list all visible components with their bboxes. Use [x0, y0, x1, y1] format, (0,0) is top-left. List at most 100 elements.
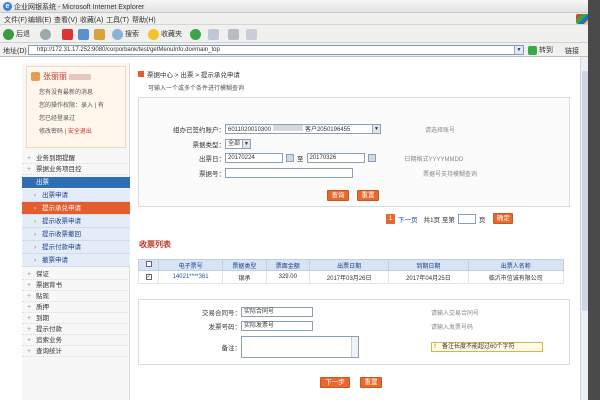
invoice-tip: 请输入发票号码 — [431, 324, 474, 331]
user-line-actions[interactable]: 修改密码 | 安全退出 — [39, 126, 92, 135]
back-arrow-icon — [3, 28, 14, 40]
page-content: 张丽丽 您有没有最新的消息 您的操作权限：录入 | 有 您已经登录过 修改密码 … — [0, 57, 600, 400]
forward-button[interactable] — [40, 28, 53, 40]
go-arrow-icon — [528, 45, 537, 55]
date-from-input[interactable]: 20170224 — [225, 153, 283, 163]
page-number-button[interactable]: 1 — [386, 213, 395, 224]
breadcrumb-icon — [138, 71, 144, 77]
account-tip: 请选择账号 — [425, 127, 456, 134]
cell-bill-no[interactable]: 14021****361 — [157, 270, 224, 284]
query-button[interactable]: 查询 — [327, 190, 349, 201]
nav-sub-receive-revoke[interactable]: 提示收票撤回 — [22, 228, 130, 241]
nav-item-due-reminder[interactable]: 业务到期提醒 — [22, 153, 130, 164]
header-amount: 票面金额 — [265, 259, 311, 271]
page-scrollbar[interactable] — [580, 57, 588, 400]
refresh-icon — [78, 28, 89, 40]
date-tip: 日期格式YYYYMMDD — [404, 156, 464, 163]
date-label: 出票日： — [199, 156, 225, 163]
remark-label: 备注： — [221, 345, 242, 352]
home-button[interactable] — [94, 28, 107, 40]
back-button[interactable]: 后退 — [3, 28, 30, 40]
nav-item-endorse[interactable]: 票据背书 — [22, 280, 130, 291]
calendar-icon[interactable] — [286, 154, 294, 162]
contract-input[interactable]: 实际合同号 — [241, 307, 313, 317]
nav-item-stats[interactable]: 查询统计 — [22, 346, 130, 357]
nav-item-bill-control[interactable]: 票据业务项目控 — [22, 164, 130, 175]
remark-row: 备注： 备注长度不能超过60个字符 — [149, 336, 543, 358]
nav-item-discount[interactable]: 贴现 — [22, 291, 130, 302]
nav-item-pledge[interactable]: 质押 — [22, 302, 130, 313]
remark-scrollbar[interactable] — [351, 337, 358, 357]
print-icon — [228, 28, 239, 40]
user-line-messages[interactable]: 您有没有最新的消息 — [39, 87, 93, 96]
title-bar: e 企业网银系统 - Microsoft Internet Explorer — [0, 0, 600, 13]
next-step-button[interactable]: 下一步 — [320, 377, 350, 388]
table-row[interactable]: ✓ 14021****361 银承 329.00 2017年03月26日 201… — [138, 270, 565, 284]
next-page-link[interactable]: 下一页 — [398, 214, 418, 224]
menu-file[interactable]: 文件(F) — [4, 15, 27, 25]
menu-edit[interactable]: 编辑(E) — [28, 15, 51, 25]
nav-item-due[interactable]: 到期 — [22, 313, 130, 324]
nav-sub-receive-apply[interactable]: 提示收票申请 — [22, 215, 130, 228]
nav-section-issue[interactable]: 出票 — [22, 177, 130, 188]
remark-textarea[interactable] — [241, 336, 359, 358]
row-select: ✓ — [138, 270, 159, 284]
menu-view[interactable]: 查看(V) — [54, 15, 77, 25]
print-button[interactable] — [228, 28, 241, 40]
bill-no-tip: 票据号支持模糊查询 — [423, 171, 478, 178]
search-button[interactable]: 搜索 — [112, 28, 139, 40]
sidebar: 张丽丽 您有没有最新的消息 您的操作权限：录入 | 有 您已经登录过 修改密码 … — [22, 63, 130, 400]
address-dropdown-icon[interactable]: ▼ — [514, 46, 523, 54]
stop-button[interactable] — [62, 28, 75, 40]
query-reset-button[interactable]: 重置 — [357, 190, 379, 201]
row-checkbox[interactable]: ✓ — [145, 274, 152, 280]
menu-tools[interactable]: 工具(T) — [106, 15, 129, 25]
cell-amount: 329.00 — [265, 270, 311, 284]
invoice-input[interactable]: 实际发票号 — [241, 321, 313, 331]
address-label: 地址(D) — [3, 48, 27, 55]
nav-sub-issue-apply[interactable]: 出票申请 — [22, 189, 130, 202]
chevron-down-icon: ▼ — [372, 125, 380, 133]
nav-item-recourse[interactable]: 追索业务 — [22, 335, 130, 346]
type-row: 票据类型： 全部 ▼ — [145, 139, 251, 149]
date-to-input[interactable]: 20170326 — [306, 153, 365, 163]
account-select[interactable]: 6011020010300 客户2050196455 ▼ — [225, 124, 381, 134]
query-panel: 组办已签约账户： 6011020010300 客户2050196455 ▼ 请选择账… — [138, 97, 570, 207]
media-icon — [190, 28, 201, 40]
page-jump-input[interactable] — [457, 213, 476, 224]
favorites-button[interactable]: 收藏夹 — [148, 28, 182, 40]
stop-icon — [62, 28, 73, 40]
nav-item-payment[interactable]: 提示付款 — [22, 324, 130, 335]
nav-sub-accept-apply[interactable]: 提示承兑申请 — [22, 202, 130, 215]
page-go-button[interactable]: 确定 — [493, 213, 514, 224]
refresh-button[interactable] — [78, 28, 91, 40]
form-reset-button[interactable]: 重置 — [360, 377, 382, 388]
type-select[interactable]: 全部 ▼ — [225, 139, 251, 149]
address-input[interactable]: http://172.31.17.252:9080/corporbank/tes… — [28, 45, 524, 55]
contract-label: 交易合同号： — [202, 310, 241, 317]
user-name: 张丽丽 — [43, 72, 67, 81]
go-label: 转到 — [539, 47, 553, 54]
menu-help[interactable]: 帮助(H) — [132, 15, 156, 25]
page-unit-label: 页 — [478, 216, 486, 224]
header-select — [138, 259, 159, 271]
media-button[interactable] — [190, 28, 203, 40]
mail-button[interactable] — [208, 28, 221, 40]
breadcrumb: 票据中心 > 出票 > 提示承兑申请 — [138, 69, 240, 79]
select-all-checkbox[interactable] — [145, 261, 152, 267]
type-value: 全部 — [228, 141, 241, 147]
remark-note: 备注长度不能超过60个字符 — [431, 342, 543, 352]
go-button[interactable]: 转到 — [528, 45, 553, 55]
form-actions: 下一步 重置 — [320, 377, 382, 388]
type-label: 票据类型： — [192, 142, 226, 149]
nav-item-guarantee[interactable]: 保证 — [22, 269, 130, 280]
links-button[interactable]: 链接 — [565, 46, 579, 56]
nav-sub-payment-apply[interactable]: 提示付款申请 — [22, 241, 130, 254]
account-row: 组办已签约账户： 6011020010300 客户2050196455 ▼ 请选择账… — [145, 124, 455, 134]
logout-link[interactable]: 安全退出 — [68, 129, 92, 135]
calendar-icon[interactable] — [367, 154, 376, 162]
menu-favorites[interactable]: 收藏(A) — [80, 15, 103, 25]
nav-sub-cancel-apply[interactable]: 撤票申请 — [22, 254, 130, 267]
edit-button[interactable] — [246, 28, 259, 40]
bill-no-input[interactable] — [225, 168, 353, 178]
